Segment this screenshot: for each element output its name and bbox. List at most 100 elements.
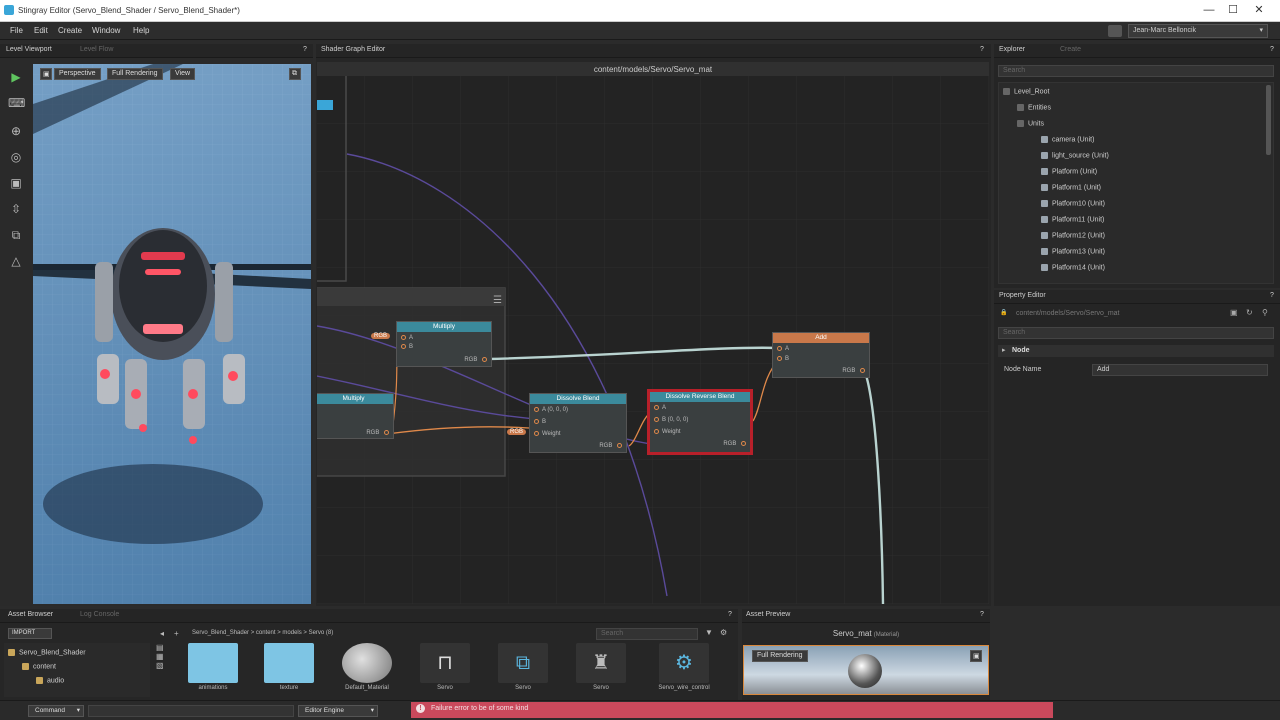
asset-item[interactable]: Default_Material bbox=[336, 643, 398, 693]
viewport-menu-icon[interactable]: ▣ bbox=[40, 68, 52, 80]
rendering-button[interactable]: Full Rendering bbox=[107, 68, 163, 80]
pin-out[interactable]: RGB bbox=[464, 357, 487, 363]
3d-viewport[interactable] bbox=[33, 64, 311, 604]
asset-item[interactable]: ⚙ Servo_wire_control bbox=[644, 643, 724, 693]
tree-item-unit[interactable]: Platform12 (Unit) bbox=[1041, 232, 1105, 239]
add-icon[interactable]: + bbox=[174, 629, 179, 638]
tree-item-level-root[interactable]: Level_Root bbox=[1003, 88, 1049, 95]
tree-item-unit[interactable]: camera (Unit) bbox=[1041, 136, 1094, 143]
preview-rendering-button[interactable]: Full Rendering bbox=[752, 650, 808, 662]
tab-create[interactable]: Create bbox=[1060, 46, 1081, 53]
tab-asset-browser[interactable]: Asset Browser bbox=[8, 611, 53, 618]
comment-collapse-icon[interactable]: ☰ bbox=[493, 295, 502, 306]
help-icon[interactable]: ? bbox=[303, 46, 307, 53]
folder-audio[interactable]: audio bbox=[36, 677, 64, 684]
node-add[interactable]: Add A B RGB bbox=[772, 332, 870, 378]
pin-out[interactable]: RGB bbox=[842, 368, 865, 374]
view-toggle-icons[interactable]: ▤ ▦ ▧ bbox=[156, 643, 172, 693]
filter-icon[interactable]: ▼ bbox=[705, 628, 713, 637]
node-multiply-1[interactable]: Multiply A B RGB bbox=[396, 321, 492, 367]
tree-item-unit[interactable]: light_source (Unit) bbox=[1041, 152, 1109, 159]
pin-a[interactable]: A bbox=[654, 405, 666, 411]
menu-help[interactable]: Help bbox=[133, 26, 149, 35]
pin-b[interactable]: B bbox=[401, 344, 413, 350]
node-multiply-2[interactable]: Multiply RGB bbox=[317, 393, 394, 439]
asset-item[interactable]: ♜ Servo bbox=[570, 643, 632, 693]
menu-edit[interactable]: Edit bbox=[34, 26, 48, 35]
tab-explorer[interactable]: Explorer bbox=[999, 46, 1025, 53]
import-button[interactable]: IMPORT bbox=[8, 628, 52, 639]
play-icon[interactable]: ▶ bbox=[8, 70, 24, 84]
ruler-icon[interactable]: △ bbox=[8, 254, 24, 268]
camera-icon[interactable]: ▣ bbox=[970, 650, 982, 662]
help-icon[interactable]: ? bbox=[980, 46, 984, 53]
command-dropdown[interactable]: Command ▾ bbox=[28, 705, 84, 717]
tab-asset-preview[interactable]: Asset Preview bbox=[746, 611, 790, 618]
maximize-viewport-icon[interactable]: ⧉ bbox=[289, 68, 301, 80]
pin-out[interactable]: RGB bbox=[599, 443, 622, 449]
save-icon[interactable]: ▣ bbox=[1230, 308, 1238, 317]
refresh-icon[interactable]: ↻ bbox=[1246, 308, 1253, 317]
tree-item-unit[interactable]: Platform11 (Unit) bbox=[1041, 216, 1104, 223]
move-icon[interactable]: ◎ bbox=[8, 150, 24, 164]
property-search-input[interactable]: Search bbox=[998, 327, 1274, 339]
perspective-button[interactable]: Perspective bbox=[54, 68, 101, 80]
asset-item[interactable]: ⧉ Servo bbox=[492, 643, 554, 693]
pin-a[interactable]: A (0, 0, 0) bbox=[534, 407, 568, 413]
folder-content[interactable]: content bbox=[22, 663, 56, 670]
minimize-button[interactable]: — bbox=[1198, 2, 1220, 18]
gamepad-icon[interactable]: ⌨ bbox=[8, 96, 25, 110]
tree-item-unit[interactable]: Platform13 (Unit) bbox=[1041, 248, 1105, 255]
menu-create[interactable]: Create bbox=[58, 26, 82, 35]
select-icon[interactable]: ⊕ bbox=[8, 124, 24, 138]
section-header[interactable]: ▸ Node bbox=[998, 345, 1274, 357]
place-icon[interactable]: ⇳ bbox=[8, 202, 24, 216]
tree-item-units[interactable]: Units bbox=[1017, 120, 1044, 127]
pin-out[interactable]: RGB bbox=[366, 430, 389, 436]
back-icon[interactable]: ◂ bbox=[160, 629, 164, 638]
preview-render[interactable]: Full Rendering ▣ bbox=[743, 645, 989, 695]
tree-item-unit[interactable]: Platform10 (Unit) bbox=[1041, 200, 1105, 207]
explorer-scrollbar[interactable] bbox=[1266, 85, 1271, 155]
close-button[interactable]: ✕ bbox=[1248, 2, 1270, 18]
pin-a[interactable]: A bbox=[401, 335, 413, 341]
folder-root[interactable]: Servo_Blend_Shader bbox=[8, 649, 86, 656]
pin-icon[interactable]: ⚲ bbox=[1262, 308, 1268, 317]
help-icon[interactable]: ? bbox=[980, 611, 984, 618]
help-icon[interactable]: ? bbox=[1270, 292, 1274, 299]
tree-item-unit[interactable]: Platform1 (Unit) bbox=[1041, 184, 1101, 191]
view-button[interactable]: View bbox=[170, 68, 196, 80]
tree-item-entities[interactable]: Entities bbox=[1017, 104, 1051, 111]
asset-item[interactable]: animations bbox=[182, 643, 244, 693]
tree-item-unit[interactable]: Platform14 (Unit) bbox=[1041, 264, 1105, 271]
menu-window[interactable]: Window bbox=[92, 26, 120, 35]
user-dropdown[interactable]: Jean-Marc Belloncik ▾ bbox=[1128, 24, 1268, 38]
asset-search-input[interactable]: Search bbox=[596, 628, 698, 640]
error-bar[interactable]: ! Failure error to be of some kind bbox=[411, 702, 1053, 718]
maximize-button[interactable]: ☐ bbox=[1222, 2, 1244, 18]
scale-icon[interactable]: ▣ bbox=[8, 176, 24, 190]
pin-b[interactable]: B bbox=[534, 419, 546, 425]
command-input[interactable] bbox=[88, 705, 294, 717]
help-icon[interactable]: ? bbox=[1270, 46, 1274, 53]
tree-item-unit[interactable]: Platform (Unit) bbox=[1041, 168, 1097, 175]
tab-shader-graph-editor[interactable]: Shader Graph Editor bbox=[321, 46, 385, 53]
pin-b[interactable]: B bbox=[777, 356, 789, 362]
graph-canvas[interactable]: ☰ Multiply A B RGB RGB Multiply RGB Diss… bbox=[317, 76, 989, 604]
pin-out[interactable]: RGB bbox=[723, 441, 746, 447]
tab-property-editor[interactable]: Property Editor bbox=[999, 292, 1046, 299]
tab-log-console[interactable]: Log Console bbox=[80, 611, 119, 618]
tab-level-flow[interactable]: Level Flow bbox=[80, 46, 113, 53]
pin-weight[interactable]: Weight bbox=[534, 431, 561, 437]
asset-item[interactable]: texture bbox=[258, 643, 320, 693]
node-dissolve-reverse-blend[interactable]: Dissolve Reverse Blend A B (0, 0, 0) Wei… bbox=[647, 389, 753, 455]
pin-a[interactable]: A bbox=[777, 346, 789, 352]
engine-dropdown[interactable]: Editor Engine ▾ bbox=[298, 705, 378, 717]
tab-level-viewport[interactable]: Level Viewport bbox=[6, 46, 52, 53]
explorer-search-input[interactable]: Search bbox=[998, 65, 1274, 77]
help-icon[interactable]: ? bbox=[728, 611, 732, 618]
asset-item[interactable]: ⊓ Servo bbox=[414, 643, 476, 693]
pin-b[interactable]: B (0, 0, 0) bbox=[654, 417, 688, 423]
node-name-input[interactable]: Add bbox=[1092, 364, 1268, 376]
pin-weight[interactable]: Weight bbox=[654, 429, 681, 435]
